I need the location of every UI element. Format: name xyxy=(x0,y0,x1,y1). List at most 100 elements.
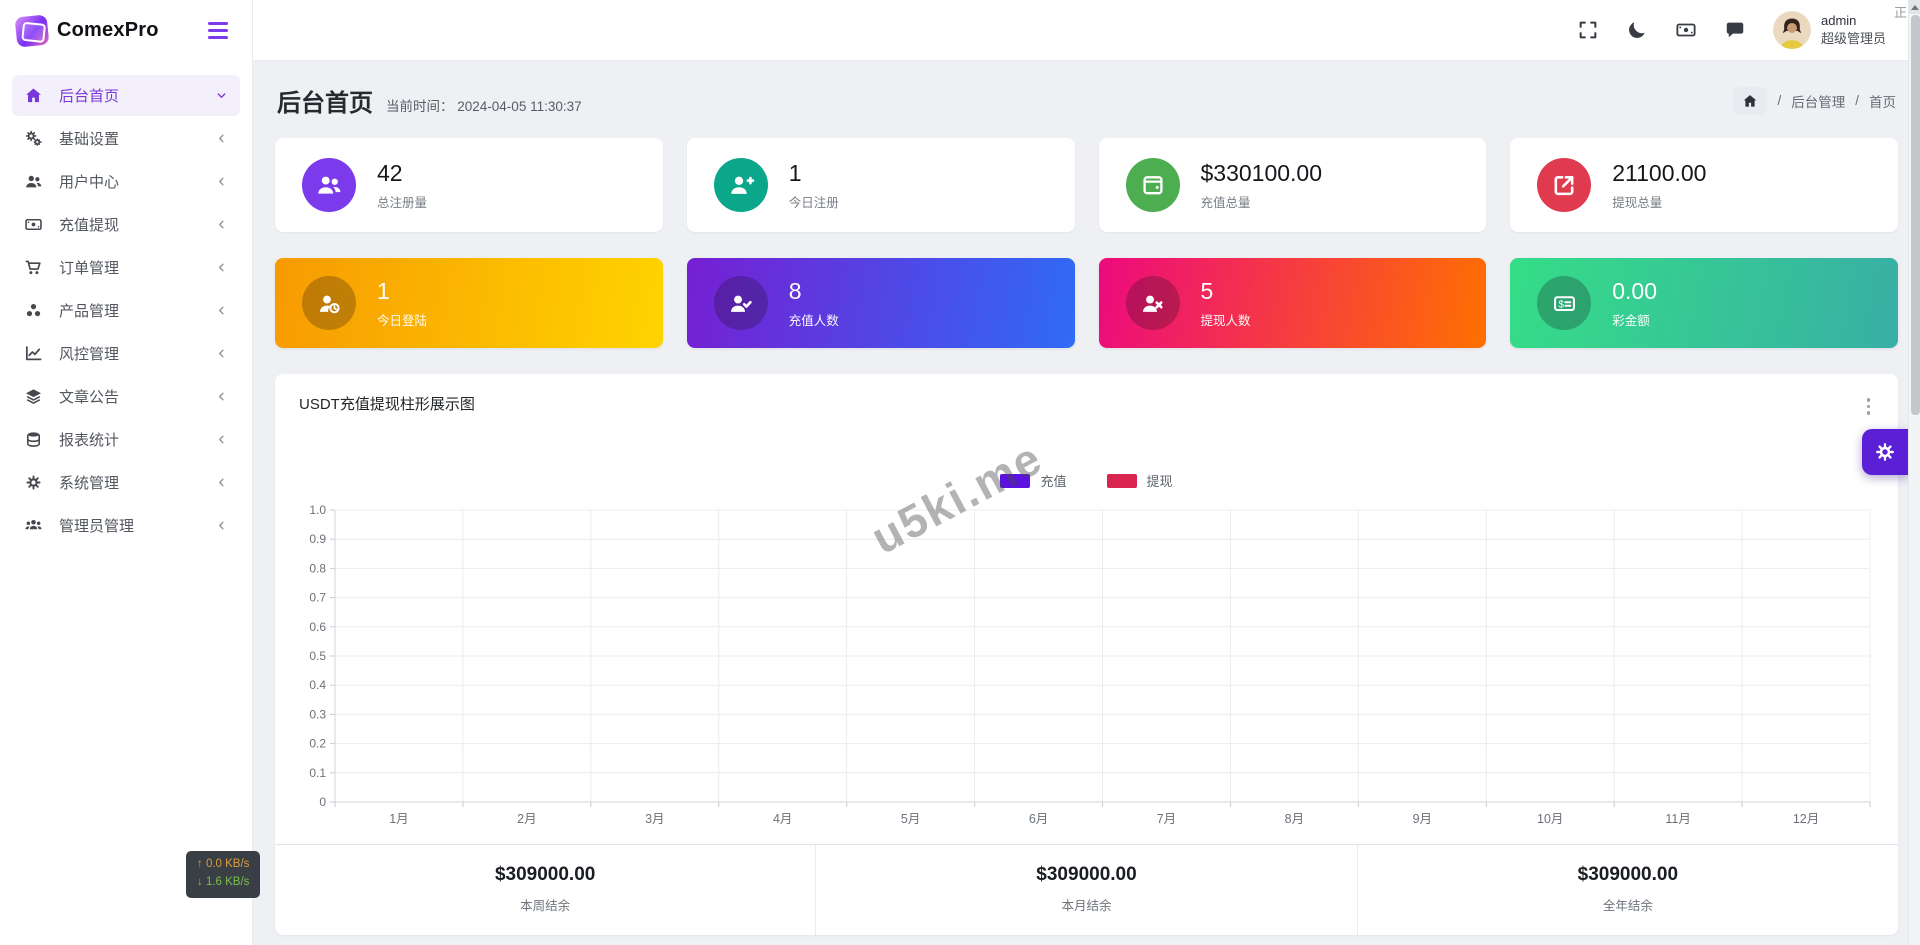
chat-icon[interactable] xyxy=(1724,19,1746,41)
stat-card: 1 今日注册 xyxy=(687,138,1075,232)
svg-text:1月: 1月 xyxy=(389,812,408,826)
svg-text:3月: 3月 xyxy=(645,812,664,826)
download-speed: ↓ 1.6 KB/s xyxy=(197,874,249,892)
legend-label: 充值 xyxy=(1040,471,1066,490)
sidebar-item-1[interactable]: 基础设置 xyxy=(12,118,240,159)
svg-text:0.8: 0.8 xyxy=(309,561,326,575)
svg-text:$: $ xyxy=(1558,299,1564,310)
svg-text:0.7: 0.7 xyxy=(309,591,326,605)
user-plus-icon xyxy=(714,158,768,212)
cart-icon xyxy=(24,258,46,278)
content: 后台首页 当前时间： 2024-04-05 11:30:37 / 后台管理 / … xyxy=(253,61,1920,945)
svg-text:0.3: 0.3 xyxy=(309,707,326,721)
chevron-left-icon xyxy=(215,476,228,489)
chevron-left-icon xyxy=(215,519,228,532)
stat-label: 提现总量 xyxy=(1612,192,1706,211)
user-menu[interactable]: admin 超级管理员 xyxy=(1773,11,1886,49)
legend-label: 提现 xyxy=(1147,471,1173,490)
summary-label: 本月结余 xyxy=(816,895,1356,914)
gears-icon xyxy=(24,129,46,149)
summary-value: $309000.00 xyxy=(275,864,815,886)
chevron-left-icon xyxy=(215,390,228,403)
sidebar-item-7[interactable]: 文章公告 xyxy=(12,376,240,417)
current-time: 当前时间： 2024-04-05 11:30:37 xyxy=(386,95,582,115)
svg-text:5月: 5月 xyxy=(901,812,920,826)
database-icon xyxy=(24,430,46,450)
scrollbar[interactable] xyxy=(1908,0,1920,945)
user-clock-icon xyxy=(302,276,356,330)
kebab-menu-icon[interactable] xyxy=(1863,396,1875,417)
svg-text:10月: 10月 xyxy=(1537,812,1563,826)
fullscreen-icon[interactable] xyxy=(1577,19,1599,41)
sidebar-item-label: 风控管理 xyxy=(59,343,119,364)
legend-item[interactable]: 充值 xyxy=(1000,471,1066,490)
stat-value: 8 xyxy=(789,278,839,305)
summary-label: 全年结余 xyxy=(1358,895,1898,914)
chevron-left-icon xyxy=(215,433,228,446)
scrollbar-up-arrow[interactable] xyxy=(1909,0,1920,14)
sidebar-item-10[interactable]: 管理员管理 xyxy=(12,505,240,546)
sidebar-item-8[interactable]: 报表统计 xyxy=(12,419,240,460)
svg-text:1.0: 1.0 xyxy=(309,504,326,517)
gradient-card: $0.00彩金额 xyxy=(1510,258,1898,348)
user-x-icon xyxy=(1126,276,1180,330)
stat-value: 1 xyxy=(789,160,839,187)
stat-label: 今日登陆 xyxy=(377,310,427,329)
chevron-left-icon xyxy=(215,218,228,231)
sidebar-item-9[interactable]: 系统管理 xyxy=(12,462,240,503)
sidebar-item-4[interactable]: 订单管理 xyxy=(12,247,240,288)
chevron-left-icon xyxy=(215,132,228,145)
summary-label: 本周结余 xyxy=(275,895,815,914)
breadcrumb-item[interactable]: 后台管理 xyxy=(1791,91,1845,111)
cash-icon xyxy=(24,215,46,235)
summary-value: $309000.00 xyxy=(816,864,1356,886)
avatar xyxy=(1773,11,1811,49)
sidebar: ComexPro 后台首页基础设置用户中心充值提现订单管理产品管理风控管理文章公… xyxy=(0,0,253,945)
sidebar-item-0[interactable]: 后台首页 xyxy=(12,75,240,116)
sidebar-item-label: 系统管理 xyxy=(59,472,119,493)
breadcrumb-item[interactable]: 首页 xyxy=(1869,91,1896,111)
app-layout: ComexPro 后台首页基础设置用户中心充值 提现 订单管理产品管理风控管理文章公… xyxy=(0,0,1920,945)
gear-icon xyxy=(24,473,46,493)
logo-row: ComexPro xyxy=(0,0,252,61)
breadcrumb-separator: / xyxy=(1777,93,1781,108)
svg-text:0.9: 0.9 xyxy=(309,532,326,546)
sidebar-item-5[interactable]: 产品管理 xyxy=(12,290,240,331)
app-logo[interactable]: ComexPro xyxy=(16,16,159,46)
settings-gear-button[interactable] xyxy=(1862,429,1908,475)
sidebar-item-label: 充值提现 xyxy=(59,214,119,235)
scrollbar-thumb[interactable] xyxy=(1911,15,1920,415)
breadcrumb-home-icon[interactable] xyxy=(1733,87,1767,115)
hamburger-menu-icon[interactable] xyxy=(204,18,232,43)
logo-icon xyxy=(15,14,50,47)
summary-cell: $309000.00 本周结余 xyxy=(275,845,815,935)
money-check-icon: $ xyxy=(1537,276,1591,330)
sidebar-item-3[interactable]: 充值提现 xyxy=(12,204,240,245)
gradient-cards-row: 1今日登陆8充值人数5提现人数$0.00彩金额 xyxy=(275,258,1898,348)
chevron-left-icon xyxy=(215,175,228,188)
svg-text:0.2: 0.2 xyxy=(309,737,326,751)
sidebar-item-label: 基础设置 xyxy=(59,128,119,149)
summary-cell: $309000.00 本月结余 xyxy=(815,845,1356,935)
sidebar-item-label: 报表统计 xyxy=(59,429,119,450)
moon-icon[interactable] xyxy=(1626,19,1648,41)
user-name: admin xyxy=(1821,12,1886,30)
chart-legend: 充值 提现 xyxy=(275,471,1898,490)
legend-item[interactable]: 提现 xyxy=(1107,471,1173,490)
chevron-left-icon xyxy=(215,261,228,274)
user-check-icon xyxy=(714,276,768,330)
breadcrumb-separator: / xyxy=(1855,93,1859,108)
svg-text:9月: 9月 xyxy=(1413,812,1432,826)
chevron-down-icon xyxy=(215,89,228,102)
chart-area: 1.00.90.80.70.60.50.40.30.20.101月2月3月4月5… xyxy=(301,504,1872,830)
stat-cards-row: 42总注册量1今日注册$330100.00充值总量21100.00提现总量 xyxy=(275,138,1898,232)
layers-icon xyxy=(24,387,46,407)
stat-value: 1 xyxy=(377,278,427,305)
stat-label: 今日注册 xyxy=(789,192,839,211)
sidebar-item-2[interactable]: 用户中心 xyxy=(12,161,240,202)
users-icon xyxy=(302,158,356,212)
stat-label: 彩金额 xyxy=(1612,310,1657,329)
sidebar-item-6[interactable]: 风控管理 xyxy=(12,333,240,374)
cash-icon[interactable] xyxy=(1675,19,1697,41)
svg-text:0.4: 0.4 xyxy=(309,678,326,692)
